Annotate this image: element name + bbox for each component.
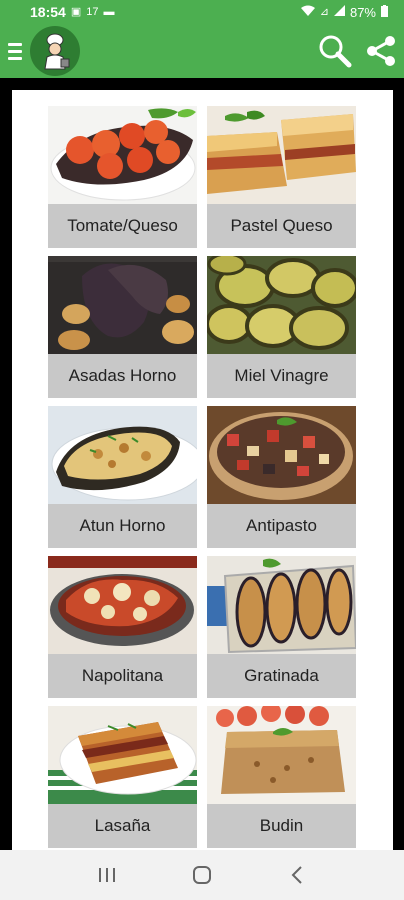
recipe-card-tomate-queso[interactable]: Tomate/Queso — [48, 106, 197, 248]
hamburger-menu-icon[interactable] — [0, 24, 30, 78]
notification-count: 17 — [86, 5, 99, 18]
minus-icon: ▬ — [103, 5, 115, 18]
recipe-photo — [207, 556, 356, 654]
recipe-card-atun-horno[interactable]: Atun Horno — [48, 406, 197, 548]
gallery-notification-icon: ▣ — [70, 5, 82, 18]
recipe-photo — [48, 406, 197, 504]
recipe-photo — [207, 706, 356, 804]
home-icon[interactable] — [182, 855, 222, 895]
recipe-photo — [207, 106, 356, 204]
recipe-label: Atun Horno — [79, 516, 166, 535]
recipe-card-napolitana[interactable]: Napolitana — [48, 556, 197, 698]
system-nav-bar — [0, 850, 404, 900]
recipe-photo — [207, 256, 356, 354]
content-area: Tomate/Queso Pastel Queso Asadas Horno M… — [0, 78, 404, 850]
recipe-card-miel-vinagre[interactable]: Miel Vinagre — [207, 256, 356, 398]
recipe-card-lasana[interactable]: Lasaña — [48, 706, 197, 848]
recipe-card-antipasto[interactable]: Antipasto — [207, 406, 356, 548]
recipe-card-asadas-horno[interactable]: Asadas Horno — [48, 256, 197, 398]
recipe-label: Antipasto — [246, 516, 317, 535]
battery-percent: 87% — [349, 4, 376, 20]
back-icon[interactable] — [277, 855, 317, 895]
app-bar — [0, 24, 404, 78]
recipe-label: Tomate/Queso — [67, 216, 178, 235]
recipe-panel: Tomate/Queso Pastel Queso Asadas Horno M… — [12, 90, 393, 850]
recipe-photo — [48, 106, 197, 204]
chef-logo-icon[interactable] — [30, 26, 80, 76]
recipe-label: Pastel Queso — [230, 216, 333, 235]
recipe-card-gratinada[interactable]: Gratinada — [207, 556, 356, 698]
volte-icon: ⊿ — [319, 5, 329, 18]
recent-apps-icon[interactable] — [87, 855, 127, 895]
recipe-label: Miel Vinagre — [234, 366, 329, 385]
recipe-label: Asadas Horno — [68, 366, 177, 385]
recipe-label: Budin — [259, 816, 304, 835]
recipe-grid: Tomate/Queso Pastel Queso Asadas Horno M… — [48, 106, 357, 848]
recipe-photo — [48, 256, 197, 354]
status-time: 18:54 — [30, 4, 66, 20]
recipe-card-budin[interactable]: Budin — [207, 706, 356, 848]
recipe-label: Napolitana — [81, 666, 164, 685]
recipe-card-pastel-queso[interactable]: Pastel Queso — [207, 106, 356, 248]
share-icon[interactable] — [358, 24, 404, 78]
recipe-label: Gratinada — [244, 666, 319, 685]
battery-icon — [381, 4, 388, 20]
search-icon[interactable] — [312, 24, 358, 78]
recipe-label: Lasaña — [94, 816, 151, 835]
signal-icon — [333, 5, 345, 19]
wifi-icon — [300, 5, 315, 19]
recipe-photo — [48, 556, 197, 654]
status-bar: 18:54 ▣ 17 ▬ ⊿ 87% — [0, 0, 404, 24]
recipe-photo — [207, 406, 356, 504]
recipe-photo — [48, 706, 197, 804]
